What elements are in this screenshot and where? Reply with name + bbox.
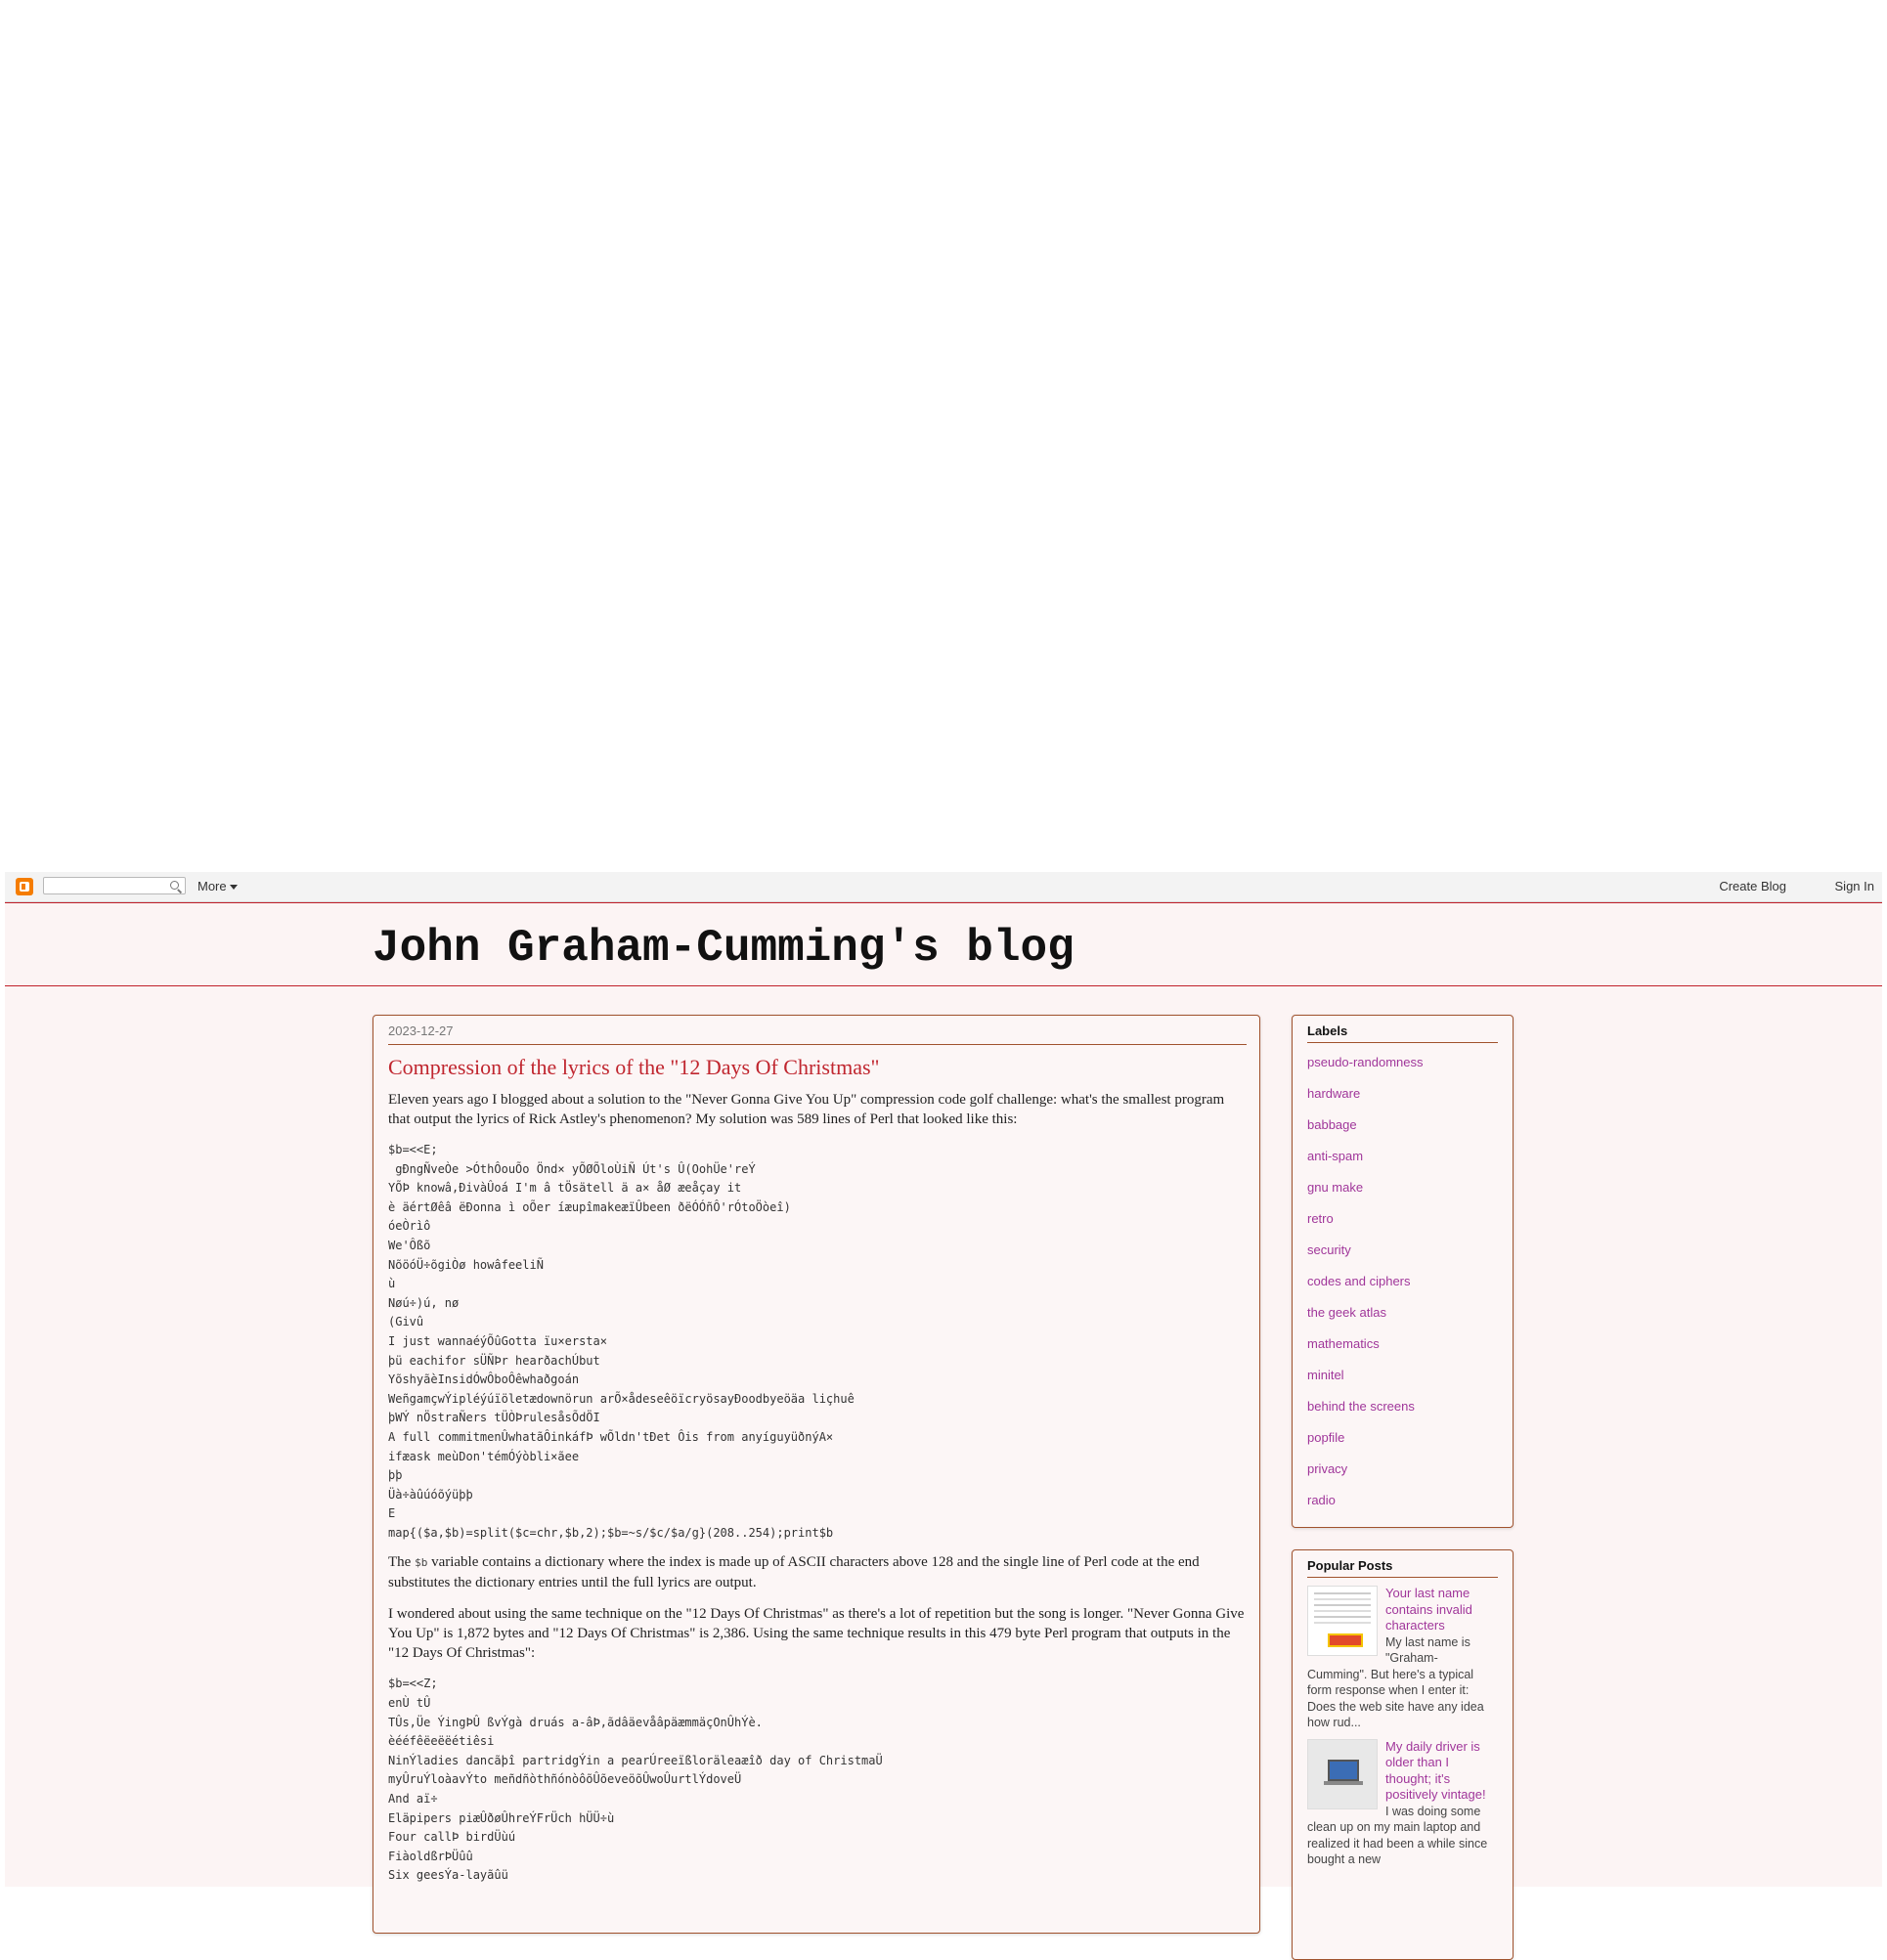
code-block: $b=<<E; gÐngÑveÒe >ÓthÔouÕo Önd× yÕØÕloÙ… (388, 1143, 855, 1540)
invalid-badge-icon (1328, 1633, 1363, 1647)
label-link[interactable]: gnu make (1307, 1174, 1513, 1205)
paragraph-text: variable contains a dictionary where the… (388, 1554, 1200, 1591)
post-date: 2023-12-27 (388, 1024, 1247, 1045)
widget-title: Popular Posts (1307, 1558, 1498, 1578)
post-thumbnail[interactable] (1307, 1738, 1378, 1809)
blog-header: John Graham-Cumming's blog (5, 902, 1882, 986)
labels-widget: Labels pseudo-randomness hardware babbag… (1292, 1015, 1514, 1528)
widget-title: Labels (1307, 1024, 1498, 1043)
post-paragraph: The $b variable contains a dictionary wh… (388, 1552, 1247, 1592)
blogger-logo-icon[interactable] (16, 878, 33, 895)
post-thumbnail[interactable] (1307, 1586, 1378, 1656)
post-paragraph: Eleven years ago I blogged about a solut… (388, 1092, 1225, 1127)
label-link[interactable]: hardware (1307, 1080, 1513, 1111)
post-title-link[interactable]: Compression of the lyrics of the "12 Day… (388, 1055, 1247, 1080)
popular-posts-widget: Popular Posts Your last name contains in… (1292, 1549, 1514, 1960)
label-link[interactable]: pseudo-randomness (1307, 1049, 1513, 1080)
label-link[interactable]: codes and ciphers (1307, 1268, 1513, 1299)
label-link[interactable]: behind the screens (1307, 1393, 1513, 1424)
popular-post-item: My daily driver is older than I thought;… (1307, 1738, 1498, 1868)
popular-post-item: Your last name contains invalid characte… (1307, 1586, 1498, 1731)
post-paragraph: I wondered about using the same techniqu… (388, 1606, 1245, 1662)
label-link[interactable]: radio (1307, 1487, 1513, 1518)
screenshot-lines (1314, 1592, 1371, 1594)
paragraph-text: The (388, 1554, 416, 1571)
label-link[interactable]: popfile (1307, 1424, 1513, 1456)
label-link[interactable]: retro (1307, 1205, 1513, 1237)
laptop-base (1324, 1780, 1363, 1785)
more-menu-button[interactable]: More (197, 879, 238, 893)
sign-in-link[interactable]: Sign In (1835, 879, 1874, 893)
label-link[interactable]: the geek atlas (1307, 1299, 1513, 1330)
more-label: More (197, 879, 227, 893)
label-list: pseudo-randomness hardware babbage anti-… (1293, 1049, 1513, 1518)
code-block: $b=<<Z; enÙ tÛ TÛs,Üe ÝingÞÛ ßvÝgà druás… (388, 1677, 883, 1883)
laptop-icon (1328, 1759, 1359, 1781)
label-link[interactable]: security (1307, 1237, 1513, 1268)
label-link[interactable]: privacy (1307, 1456, 1513, 1487)
blogger-navbar: More Create Blog Sign In (5, 872, 1882, 902)
label-link[interactable]: babbage (1307, 1111, 1513, 1143)
inline-code: $b (415, 1556, 428, 1570)
search-input[interactable] (43, 877, 186, 894)
create-blog-link[interactable]: Create Blog (1719, 879, 1786, 893)
post-card: 2023-12-27 Compression of the lyrics of … (373, 1015, 1260, 1934)
blog-title[interactable]: John Graham-Cumming's blog (373, 923, 1075, 974)
chevron-down-icon (229, 885, 238, 891)
popular-post-snippet: I was doing some clean up on my main lap… (1307, 1804, 1488, 1867)
label-link[interactable]: anti-spam (1307, 1143, 1513, 1174)
search-icon[interactable] (170, 881, 179, 890)
label-link[interactable]: mathematics (1307, 1330, 1513, 1362)
label-link[interactable]: minitel (1307, 1362, 1513, 1393)
